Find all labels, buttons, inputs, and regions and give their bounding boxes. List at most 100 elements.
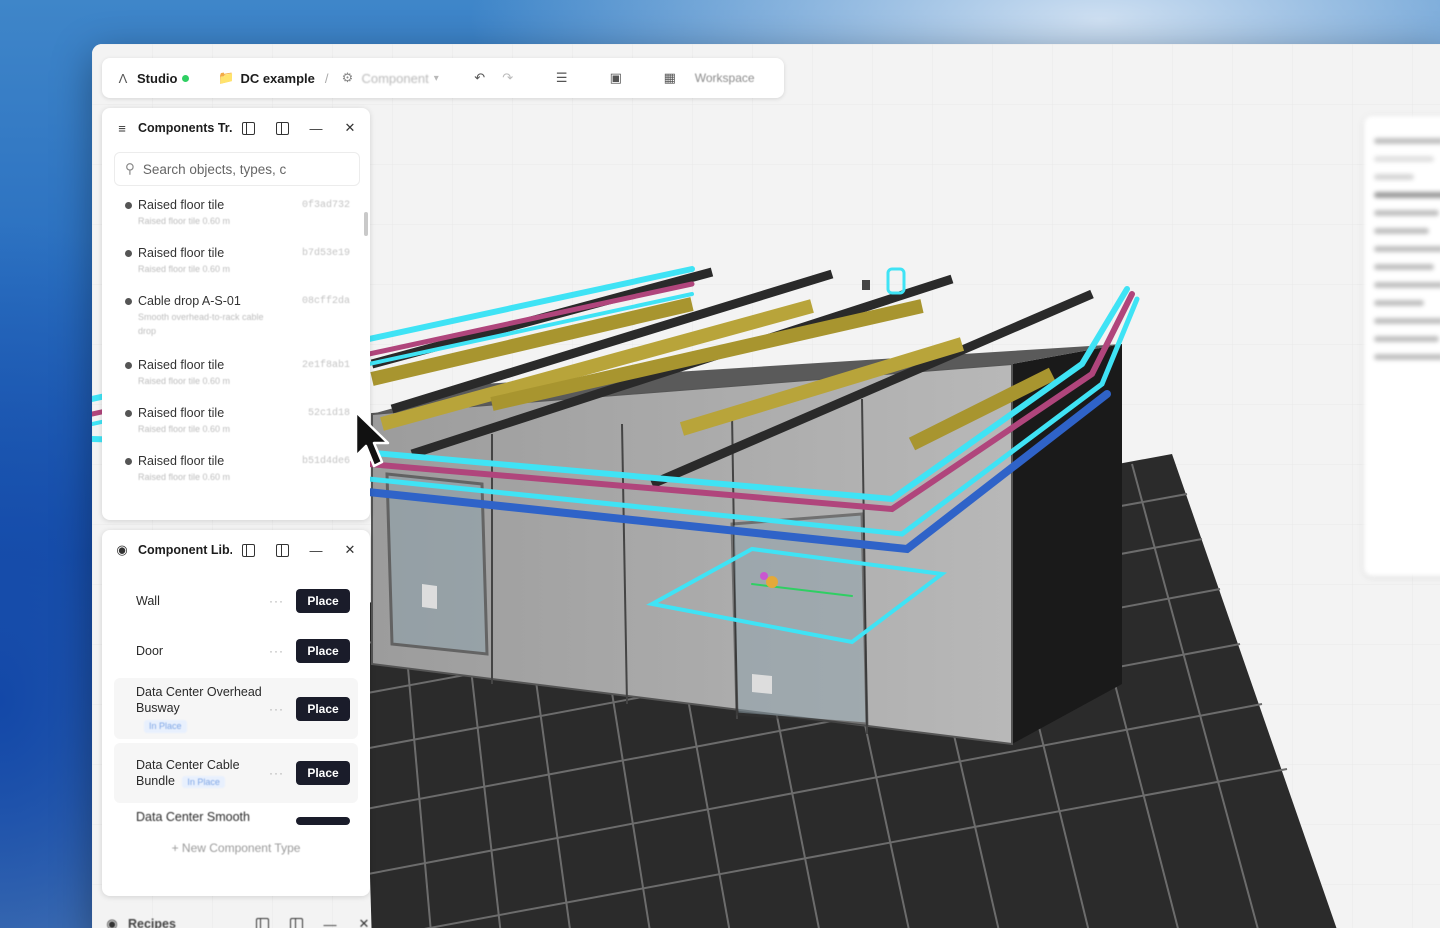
component-dropdown[interactable]: ⚙ Component ▾ [338, 69, 439, 87]
item-description: Raised floor tile 0.60 m [138, 376, 231, 386]
inspector-line [1374, 246, 1440, 252]
more-options-icon[interactable]: ··· [269, 766, 284, 780]
tree-item[interactable]: Cable drop A-S-01 Smooth overhead-to-rac… [125, 288, 360, 352]
library-item-smooth: Data Center Smooth [114, 807, 358, 829]
properties-inspector [1364, 116, 1440, 576]
library-item-cable-bundle: Data Center Cable Bundle In Place ··· Pl… [114, 743, 358, 804]
item-description: Raised floor tile 0.60 m [138, 472, 231, 482]
item-id: b51d4de6 [301, 456, 350, 467]
top-toolbar: Λ Studio 📁 DC example / ⚙ Component ▾ ↶ … [102, 58, 784, 98]
library-icon: ◉ [116, 542, 128, 557]
split-icon[interactable] [274, 542, 290, 558]
more-options-icon[interactable]: ··· [269, 594, 284, 608]
item-bullet [125, 250, 132, 257]
tree-panel-title: Components Tr... [138, 121, 232, 135]
item-description: Raised floor tile 0.60 m [138, 264, 231, 274]
library-item-busway: Data Center Overhead Busway In Place ···… [114, 678, 358, 740]
inspector-line [1374, 174, 1414, 180]
item-id: 0f3ad732 [301, 200, 350, 211]
dock-left-icon[interactable] [240, 542, 256, 558]
in-place-badge: In Place [144, 719, 187, 734]
search-icon: ⚲ [125, 161, 135, 176]
dock-left-icon[interactable] [254, 916, 270, 928]
library-list: Wall ··· Place Door ··· Place Data Cente… [102, 570, 370, 829]
library-panel-title: Component Lib... [138, 543, 232, 557]
inspector-line [1374, 264, 1434, 270]
place-button[interactable]: Place [296, 761, 350, 786]
item-id: 2e1f8ab1 [301, 360, 350, 371]
redo-icon[interactable]: ↷ [499, 69, 517, 87]
close-icon[interactable]: ✕ [342, 542, 358, 558]
breadcrumb-separator: / [324, 70, 329, 86]
recipes-panel-header: ◉ Recipes — ✕ [104, 906, 372, 928]
component-icon: ⚙ [341, 70, 354, 85]
components-tree-panel: ≡ Components Tr... — ✕ ⚲ Raised floor ti… [102, 108, 370, 520]
tree-scrollbar[interactable] [364, 212, 368, 236]
item-description: Smooth overhead-to-rack cable drop [138, 312, 264, 336]
studio-menu[interactable]: Λ Studio [114, 69, 190, 87]
tree-list: Raised floor tile Raised floor tile 0.60… [102, 192, 370, 496]
tree-search: ⚲ [114, 152, 360, 186]
app-window: Λ Studio 📁 DC example / ⚙ Component ▾ ↶ … [92, 44, 1440, 928]
mouse-cursor-icon [354, 410, 390, 468]
tree-panel-header: ≡ Components Tr... — ✕ [102, 108, 370, 148]
more-options-icon[interactable]: ··· [269, 702, 284, 716]
item-id: b7d53e19 [301, 248, 350, 259]
place-button[interactable]: Place [296, 639, 350, 663]
item-bullet [125, 202, 132, 209]
dock-left-icon[interactable] [240, 120, 256, 136]
library-panel-header: ◉ Component Lib... — ✕ [102, 530, 370, 570]
chevron-down-icon: ▾ [433, 72, 439, 84]
place-button-partial[interactable] [296, 817, 350, 826]
library-item-name: Data Center Smooth [136, 810, 250, 825]
split-icon[interactable] [288, 916, 304, 928]
library-item-name: Wall [136, 593, 160, 608]
recipes-panel-title: Recipes [128, 917, 176, 928]
recipes-icon: ◉ [106, 916, 118, 928]
project-breadcrumb[interactable]: 📁 DC example [217, 69, 315, 87]
item-bullet [125, 298, 132, 305]
place-button[interactable]: Place [296, 696, 350, 721]
library-item-label: Data Center Overhead Busway In Place [136, 684, 266, 734]
minimize-icon[interactable]: — [308, 542, 324, 558]
inspector-line [1374, 228, 1429, 234]
item-bullet [125, 458, 132, 465]
search-input[interactable] [142, 161, 333, 177]
status-dot [182, 74, 190, 82]
library-item-name: Door [136, 643, 164, 658]
item-description: Raised floor tile 0.60 m [138, 424, 231, 434]
grid-icon[interactable]: ▦ [661, 69, 679, 87]
library-item-wall: Wall ··· Place [114, 578, 358, 624]
camera-icon[interactable]: ▣ [607, 69, 625, 87]
workspace-label[interactable]: Workspace [695, 71, 755, 85]
folder-icon: 📁 [218, 70, 235, 85]
tree-item[interactable]: Raised floor tile Raised floor tile 0.60… [125, 192, 360, 240]
tree-item[interactable]: Raised floor tile Raised floor tile 0.60… [125, 240, 360, 288]
app-name: Studio [137, 70, 178, 86]
inspector-line [1374, 354, 1440, 360]
inspector-line [1374, 192, 1440, 198]
item-bullet [125, 362, 132, 369]
layers-icon[interactable]: ☰ [553, 69, 571, 87]
tree-item[interactable]: Raised floor tile Raised floor tile 0.60… [125, 448, 360, 496]
tree-item[interactable]: Raised floor tile Raised floor tile 0.60… [125, 400, 360, 448]
studio-logo-icon: Λ [118, 70, 128, 86]
library-item-name: Data Center Overhead Busway [136, 685, 262, 716]
inspector-line [1374, 336, 1439, 342]
tree-icon: ≡ [118, 120, 126, 136]
inspector-line [1374, 156, 1434, 162]
split-icon[interactable] [274, 120, 290, 136]
minimize-icon[interactable]: — [322, 916, 338, 928]
minimize-icon[interactable]: — [308, 120, 324, 136]
tree-item[interactable]: Raised floor tile Raised floor tile 0.60… [125, 352, 360, 400]
new-component-type-link[interactable]: + New Component Type [102, 841, 370, 855]
close-icon[interactable]: ✕ [342, 120, 358, 136]
close-icon[interactable]: ✕ [356, 916, 372, 928]
undo-icon[interactable]: ↶ [471, 69, 489, 87]
inspector-line [1374, 282, 1440, 288]
inspector-line [1374, 300, 1424, 306]
more-options-icon[interactable]: ··· [269, 644, 284, 658]
component-library-panel: ◉ Component Lib... — ✕ Wall ··· Place Do… [102, 530, 370, 896]
place-button[interactable]: Place [296, 589, 350, 613]
inspector-line [1374, 318, 1440, 324]
